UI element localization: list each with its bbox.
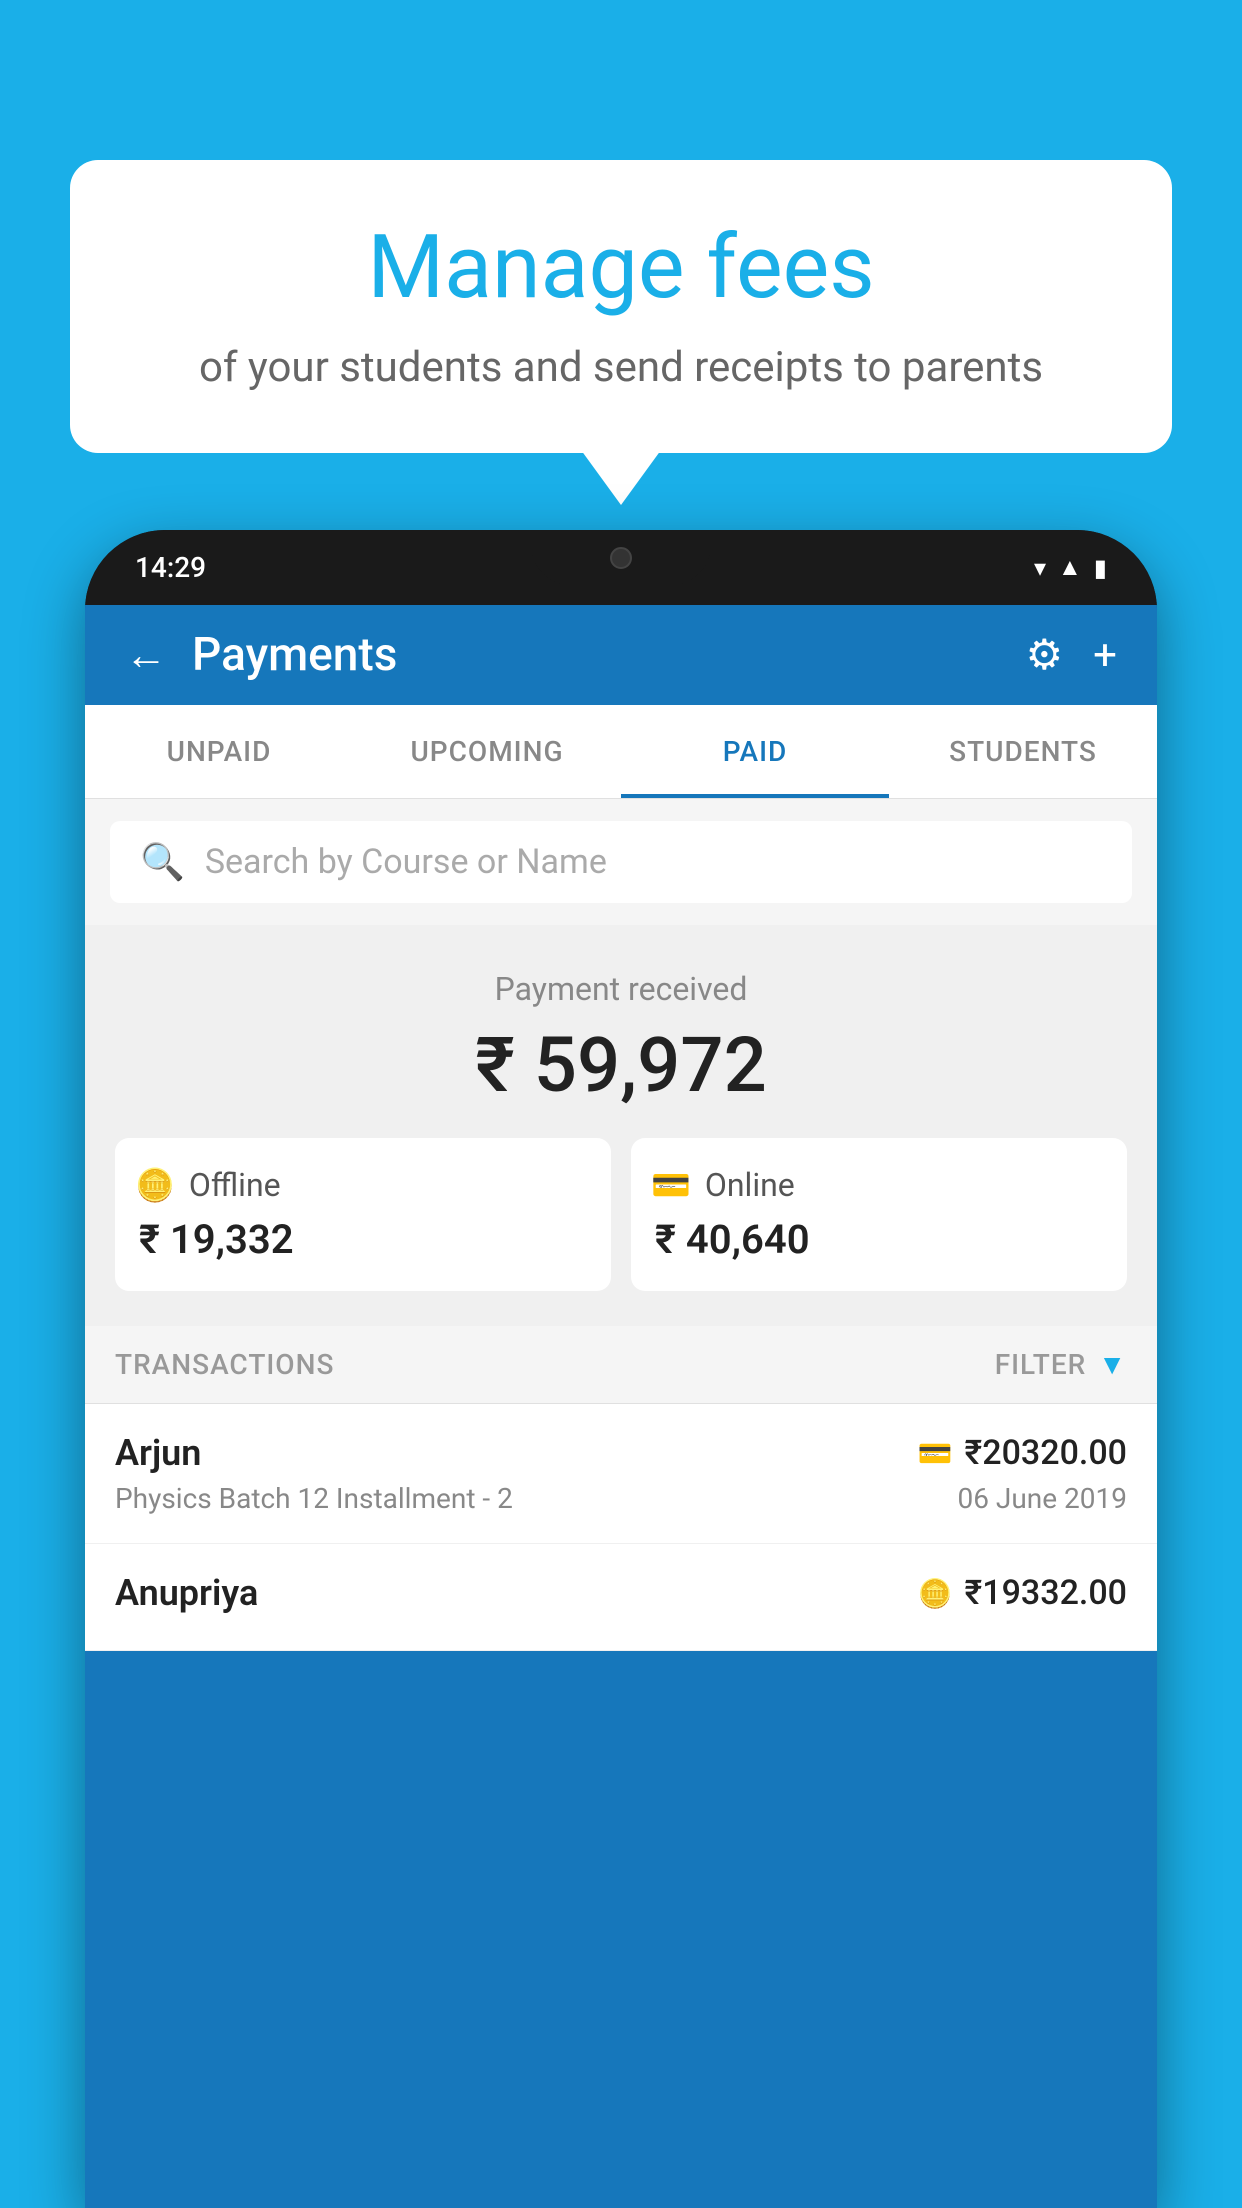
online-label: Online (705, 1166, 795, 1204)
speech-bubble: Manage fees of your students and send re… (70, 160, 1172, 453)
search-bar[interactable]: 🔍 Search by Course or Name (110, 821, 1132, 903)
status-icons: ▾ ▲ ▮ (1034, 553, 1107, 582)
status-time: 14:29 (135, 551, 206, 584)
camera (610, 547, 632, 569)
transaction-top-row: Arjun 💳 ₹20320.00 (115, 1432, 1127, 1474)
wifi-icon: ▾ (1034, 554, 1046, 582)
transaction-amount: ₹19332.00 (965, 1573, 1127, 1613)
table-row[interactable]: Arjun 💳 ₹20320.00 Physics Batch 12 Insta… (85, 1404, 1157, 1544)
payment-cards: 🪙 Offline ₹ 19,332 💳 Online ₹ 40,640 (115, 1138, 1127, 1291)
payment-total-amount: ₹ 59,972 (115, 1020, 1127, 1110)
phone-frame: 14:29 ▾ ▲ ▮ ← Payments ⚙ + UNPAID UPCOMI… (85, 530, 1157, 2208)
transaction-course: Physics Batch 12 Installment - 2 (115, 1482, 513, 1515)
app-content: ← Payments ⚙ + UNPAID UPCOMING PAID STUD… (85, 605, 1157, 2208)
offline-card-header: 🪙 Offline (135, 1166, 591, 1204)
online-card-header: 💳 Online (651, 1166, 1107, 1204)
transaction-cash-icon: 🪙 (918, 1577, 953, 1610)
search-container: 🔍 Search by Course or Name (85, 799, 1157, 925)
top-icons: ⚙ + (1026, 630, 1118, 680)
payment-received-label: Payment received (115, 970, 1127, 1008)
transaction-date: 06 June 2019 (957, 1482, 1127, 1515)
transaction-bottom-row: Physics Batch 12 Installment - 2 06 June… (115, 1482, 1127, 1515)
tab-upcoming[interactable]: UPCOMING (353, 705, 621, 798)
tabs: UNPAID UPCOMING PAID STUDENTS (85, 705, 1157, 799)
online-amount: ₹ 40,640 (651, 1216, 1107, 1263)
bubble-title: Manage fees (140, 220, 1102, 317)
table-row[interactable]: Anupriya 🪙 ₹19332.00 (85, 1544, 1157, 1651)
search-icon: 🔍 (140, 841, 185, 883)
search-input[interactable]: Search by Course or Name (205, 842, 607, 882)
status-bar: 14:29 ▾ ▲ ▮ (85, 530, 1157, 605)
top-bar: ← Payments ⚙ + (85, 605, 1157, 705)
phone-notch (531, 530, 711, 585)
transaction-amount-row: 🪙 ₹19332.00 (918, 1573, 1127, 1613)
filter-icon: ▼ (1098, 1348, 1127, 1381)
transactions-label: TRANSACTIONS (115, 1348, 334, 1381)
settings-icon[interactable]: ⚙ (1026, 630, 1064, 680)
offline-card: 🪙 Offline ₹ 19,332 (115, 1138, 611, 1291)
battery-icon: ▮ (1094, 554, 1107, 582)
transaction-card-icon: 💳 (918, 1437, 953, 1470)
transaction-name: Arjun (115, 1432, 201, 1474)
bubble-subtitle: of your students and send receipts to pa… (140, 339, 1102, 398)
filter-button[interactable]: FILTER ▼ (995, 1348, 1127, 1381)
transaction-amount: ₹20320.00 (965, 1433, 1127, 1473)
transaction-amount-row: 💳 ₹20320.00 (918, 1433, 1127, 1473)
transactions-header: TRANSACTIONS FILTER ▼ (85, 1326, 1157, 1404)
tab-students[interactable]: STUDENTS (889, 705, 1157, 798)
filter-label: FILTER (995, 1348, 1087, 1381)
online-card: 💳 Online ₹ 40,640 (631, 1138, 1127, 1291)
offline-amount: ₹ 19,332 (135, 1216, 591, 1263)
transaction-name: Anupriya (115, 1572, 258, 1614)
payment-section: Payment received ₹ 59,972 🪙 Offline ₹ 19… (85, 925, 1157, 1326)
online-icon: 💳 (651, 1166, 691, 1204)
tab-paid[interactable]: PAID (621, 705, 889, 798)
back-button[interactable]: ← (125, 631, 167, 680)
signal-icon: ▲ (1058, 553, 1082, 582)
offline-icon: 🪙 (135, 1166, 175, 1204)
transaction-top-row: Anupriya 🪙 ₹19332.00 (115, 1572, 1127, 1614)
tab-unpaid[interactable]: UNPAID (85, 705, 353, 798)
offline-label: Offline (189, 1166, 281, 1204)
add-icon[interactable]: + (1093, 631, 1117, 680)
page-title: Payments (192, 628, 1001, 682)
